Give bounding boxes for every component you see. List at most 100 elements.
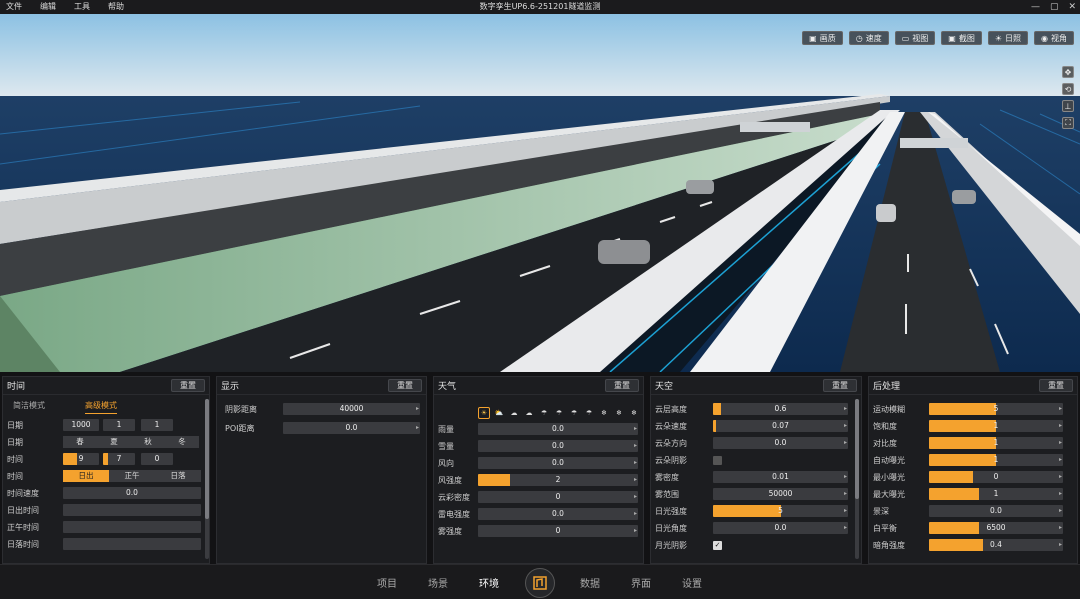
poi-distance-field[interactable]: 0.0 ▸ <box>283 422 420 434</box>
sky-slider-value: 0.6 <box>774 404 787 413</box>
display-panel-title: 显示 <box>221 382 240 392</box>
noon-time-row: 正午时间 <box>3 521 209 534</box>
noon-time-field[interactable] <box>63 521 201 533</box>
second-field[interactable]: 0 <box>141 453 173 465</box>
screenshot-button[interactable]: ▣ 截图 <box>941 31 982 45</box>
snow-icon[interactable]: ❄ <box>613 407 625 419</box>
tab-simple-mode[interactable]: 简洁模式 <box>13 399 45 413</box>
menu-edit[interactable]: 编辑 <box>40 0 56 14</box>
menu-help[interactable]: 帮助 <box>108 0 124 14</box>
storm-icon[interactable]: ☂ <box>583 407 595 419</box>
weather-slider[interactable]: 0.0 ▸ <box>478 457 638 469</box>
sky-slider-value: 0.0 <box>774 438 787 447</box>
speed-button[interactable]: ◷ 速度 <box>848 31 889 45</box>
preset-sunset[interactable]: 日落 <box>155 470 201 482</box>
post-slider[interactable]: 0.4 ▸ <box>929 539 1063 551</box>
sky-slider[interactable]: 0.0 ▸ <box>713 522 848 534</box>
weather-slider[interactable]: 0 ▸ <box>478 525 638 537</box>
weather-row-label: 雪量 <box>438 442 454 451</box>
view-button[interactable]: ▭ 视图 <box>894 31 936 45</box>
post-slider[interactable]: 0.0 ▸ <box>929 505 1063 517</box>
person-icon[interactable]: ⊥ <box>1062 100 1074 112</box>
nav-settings[interactable]: 设置 <box>682 575 702 590</box>
heavy-rain-icon[interactable]: ☂ <box>568 407 580 419</box>
sky-slider[interactable]: 0.07 ▸ <box>713 420 848 432</box>
season-autumn[interactable]: 秋 <box>131 436 165 448</box>
nav-project[interactable]: 项目 <box>377 575 397 590</box>
time-scrollbar[interactable] <box>205 399 209 559</box>
camera-angle-button[interactable]: ◉ 视角 <box>1034 31 1074 45</box>
post-slider[interactable]: 5 ▸ <box>929 403 1063 415</box>
season-winter[interactable]: 冬 <box>165 436 199 448</box>
nav-interface[interactable]: 界面 <box>631 575 651 590</box>
quality-button[interactable]: ▣ 画质 <box>802 31 843 45</box>
sky-slider[interactable]: 0.6 ▸ <box>713 403 848 415</box>
sunny-icon[interactable]: ☀ <box>478 407 490 419</box>
menu-tools[interactable]: 工具 <box>74 0 90 14</box>
close-icon[interactable]: ✕ <box>1068 0 1076 14</box>
app-logo[interactable] <box>525 568 555 598</box>
move-icon[interactable]: ✥ <box>1062 66 1074 78</box>
blizzard-icon[interactable]: ❄ <box>628 407 640 419</box>
rotate-icon[interactable]: ⟲ <box>1062 83 1074 95</box>
time-reset-button[interactable]: 重置 <box>171 379 205 392</box>
preset-noon[interactable]: 正午 <box>109 470 155 482</box>
maximize-icon[interactable]: ▢ <box>1050 0 1059 14</box>
sky-slider[interactable]: 50000 ▸ <box>713 488 848 500</box>
post-reset-button[interactable]: 重置 <box>1039 379 1073 392</box>
app-window: 文件 编辑 工具 帮助 数字孪生UP6.6-251201隧道监测 — ▢ ✕ ▣… <box>0 0 1080 599</box>
season-spring[interactable]: 春 <box>63 436 97 448</box>
post-slider[interactable]: 1 ▸ <box>929 420 1063 432</box>
display-reset-button[interactable]: 重置 <box>388 379 422 392</box>
weather-slider[interactable]: 0 ▸ <box>478 491 638 503</box>
sky-slider[interactable]: 0.01 ▸ <box>713 471 848 483</box>
partly-cloudy-icon[interactable]: ⛅ <box>493 407 505 419</box>
rain-icon[interactable]: ☂ <box>553 407 565 419</box>
post-slider[interactable]: 1 ▸ <box>929 437 1063 449</box>
nav-scene[interactable]: 场景 <box>428 575 448 590</box>
menu-file[interactable]: 文件 <box>6 0 22 14</box>
poi-distance-value: 0.0 <box>345 423 358 432</box>
nav-data[interactable]: 数据 <box>580 575 600 590</box>
weather-reset-button[interactable]: 重置 <box>605 379 639 392</box>
sunlight-button[interactable]: ☀ 日照 <box>987 31 1029 45</box>
minute-field[interactable]: 7 <box>103 453 135 465</box>
preset-sunrise[interactable]: 日出 <box>63 470 109 482</box>
cloudy-icon[interactable]: ☁ <box>508 407 520 419</box>
sky-panel: 天空 重置 云层高度 0.6 ▸ 云朵速度 0.07 ▸ 云朵方向 0.0 ▸ 云朵阴影 雾密度 0.… <box>650 376 862 564</box>
weather-slider[interactable]: 0.0 ▸ <box>478 508 638 520</box>
sunset-time-field[interactable] <box>63 538 201 550</box>
nav-environment[interactable]: 环境 <box>479 575 499 590</box>
shadow-distance-field[interactable]: 40000 ▸ <box>283 403 420 415</box>
time-speed-field[interactable]: 0.0 <box>63 487 201 499</box>
year-field[interactable]: 1000 <box>63 419 99 431</box>
sky-checkbox[interactable] <box>713 456 722 465</box>
day-field[interactable]: 1 <box>141 419 173 431</box>
weather-slider[interactable]: 2 ▸ <box>478 474 638 486</box>
sky-scrollbar[interactable] <box>855 399 859 559</box>
post-slider[interactable]: 1 ▸ <box>929 454 1063 466</box>
light-rain-icon[interactable]: ☂ <box>538 407 550 419</box>
post-slider[interactable]: 0 ▸ <box>929 471 1063 483</box>
sky-slider[interactable]: 5 ▸ <box>713 505 848 517</box>
fullscreen-icon[interactable]: ⛶ <box>1062 117 1074 129</box>
sunrise-time-field[interactable] <box>63 504 201 516</box>
sky-row-label: 日光强度 <box>655 507 687 516</box>
overcast-icon[interactable]: ☁ <box>523 407 535 419</box>
weather-slider[interactable]: 0.0 ▸ <box>478 440 638 452</box>
post-slider[interactable]: 1 ▸ <box>929 488 1063 500</box>
light-snow-icon[interactable]: ❄ <box>598 407 610 419</box>
month-field[interactable]: 1 <box>103 419 135 431</box>
sky-reset-button[interactable]: 重置 <box>823 379 857 392</box>
sky-checkbox[interactable]: ✓ <box>713 541 722 550</box>
post-slider[interactable]: 6500 ▸ <box>929 522 1063 534</box>
season-summer[interactable]: 夏 <box>97 436 131 448</box>
hour-field[interactable]: 9 <box>63 453 99 465</box>
post-slider-value: 0 <box>993 472 999 481</box>
sky-slider[interactable]: 0.0 ▸ <box>713 437 848 449</box>
minimize-icon[interactable]: — <box>1031 0 1040 14</box>
weather-slider[interactable]: 0.0 ▸ <box>478 423 638 435</box>
tab-advanced-mode[interactable]: 高级模式 <box>85 399 117 414</box>
scene-viewport[interactable]: ▣ 画质 ◷ 速度 ▭ 视图 ▣ 截图 ☀ 日照 ◉ 视角 ✥ ⟲ ⊥ ⛶ <box>0 14 1080 372</box>
chevron-right-icon: ▸ <box>633 493 637 500</box>
